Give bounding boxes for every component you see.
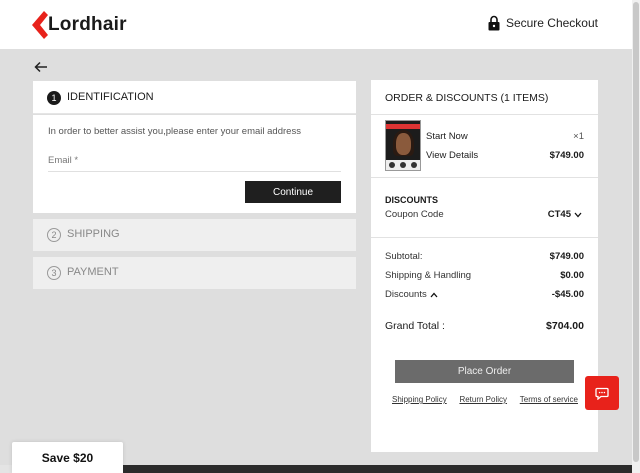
subtotal-value: $749.00 (549, 251, 584, 262)
coupon-value: CT45 (547, 209, 571, 220)
step-label: PAYMENT (67, 266, 119, 278)
chevron-down-icon (574, 212, 582, 217)
discounts-value: -$45.00 (551, 289, 584, 300)
step-label: SHIPPING (67, 228, 120, 240)
discounts-label: Discounts (385, 289, 427, 300)
product-thumbnail[interactable] (385, 120, 421, 171)
email-hint: In order to better assist you,please ent… (48, 126, 301, 137)
chevron-up-icon (430, 292, 438, 297)
save-promo-button[interactable]: Save $20 (12, 442, 123, 473)
divider (371, 177, 598, 178)
view-details-link[interactable]: View Details (426, 150, 478, 161)
discounts-title: DISCOUNTS (385, 195, 439, 205)
return-policy-link[interactable]: Return Policy (459, 395, 507, 404)
policy-links: Shipping Policy Return Policy Terms of s… (392, 395, 578, 404)
chat-icon (595, 387, 609, 400)
shipping-row: Shipping & Handling $0.00 (385, 270, 584, 281)
thumbnail-face (396, 133, 411, 155)
scrollbar-thumb[interactable] (633, 2, 639, 462)
logo[interactable]: Lordhair (32, 11, 127, 39)
step-number: 2 (47, 228, 61, 242)
subtotal-label: Subtotal: (385, 251, 423, 262)
order-title: ORDER & DISCOUNTS (1 ITEMS) (385, 92, 549, 104)
email-underline (48, 171, 341, 172)
step-shipping[interactable]: 2 SHIPPING (33, 219, 356, 251)
step-number: 1 (47, 91, 61, 105)
divider (371, 237, 598, 238)
identification-form: In order to better assist you,please ent… (33, 115, 356, 213)
product-name: Start Now (426, 131, 468, 142)
coupon-label: Coupon Code (385, 209, 444, 220)
step-label: IDENTIFICATION (67, 91, 154, 103)
shipping-value: $0.00 (560, 270, 584, 281)
product-price: $749.00 (549, 150, 584, 161)
grand-total-label: Grand Total : (385, 320, 445, 332)
scrollbar[interactable] (632, 0, 640, 473)
back-arrow-icon[interactable] (34, 60, 48, 74)
secure-checkout-label: Secure Checkout (505, 16, 598, 30)
step-number: 3 (47, 266, 61, 280)
thumbnail-banner (386, 124, 420, 129)
logo-text: Lordhair (48, 14, 127, 35)
continue-button[interactable]: Continue (245, 181, 341, 203)
bottom-bar (123, 465, 632, 473)
lordhair-logo-icon (32, 11, 54, 39)
subtotal-row: Subtotal: $749.00 (385, 251, 584, 262)
shipping-label: Shipping & Handling (385, 270, 472, 281)
discounts-row: Discounts -$45.00 (385, 289, 584, 300)
shipping-policy-link[interactable]: Shipping Policy (392, 395, 447, 404)
chat-button[interactable] (585, 376, 619, 410)
grand-total-value: $704.00 (546, 320, 584, 332)
discounts-toggle[interactable]: Discounts (385, 289, 438, 300)
grand-total-row: Grand Total : $704.00 (385, 320, 584, 332)
header: Lordhair Secure Checkout (0, 0, 632, 49)
terms-of-service-link[interactable]: Terms of service (520, 395, 578, 404)
step-payment[interactable]: 3 PAYMENT (33, 257, 356, 289)
product-quantity: ×1 (573, 131, 584, 142)
divider (371, 114, 598, 115)
thumbnail-strip (386, 160, 420, 170)
coupon-dropdown[interactable]: CT45 (548, 209, 582, 220)
place-order-button[interactable]: Place Order (395, 360, 574, 383)
step-identification[interactable]: 1 IDENTIFICATION (33, 81, 356, 114)
lock-icon (488, 15, 500, 31)
secure-checkout: Secure Checkout (488, 15, 598, 31)
order-summary: ORDER & DISCOUNTS (1 ITEMS) Start Now ×1… (371, 80, 598, 452)
email-field[interactable] (48, 151, 341, 171)
